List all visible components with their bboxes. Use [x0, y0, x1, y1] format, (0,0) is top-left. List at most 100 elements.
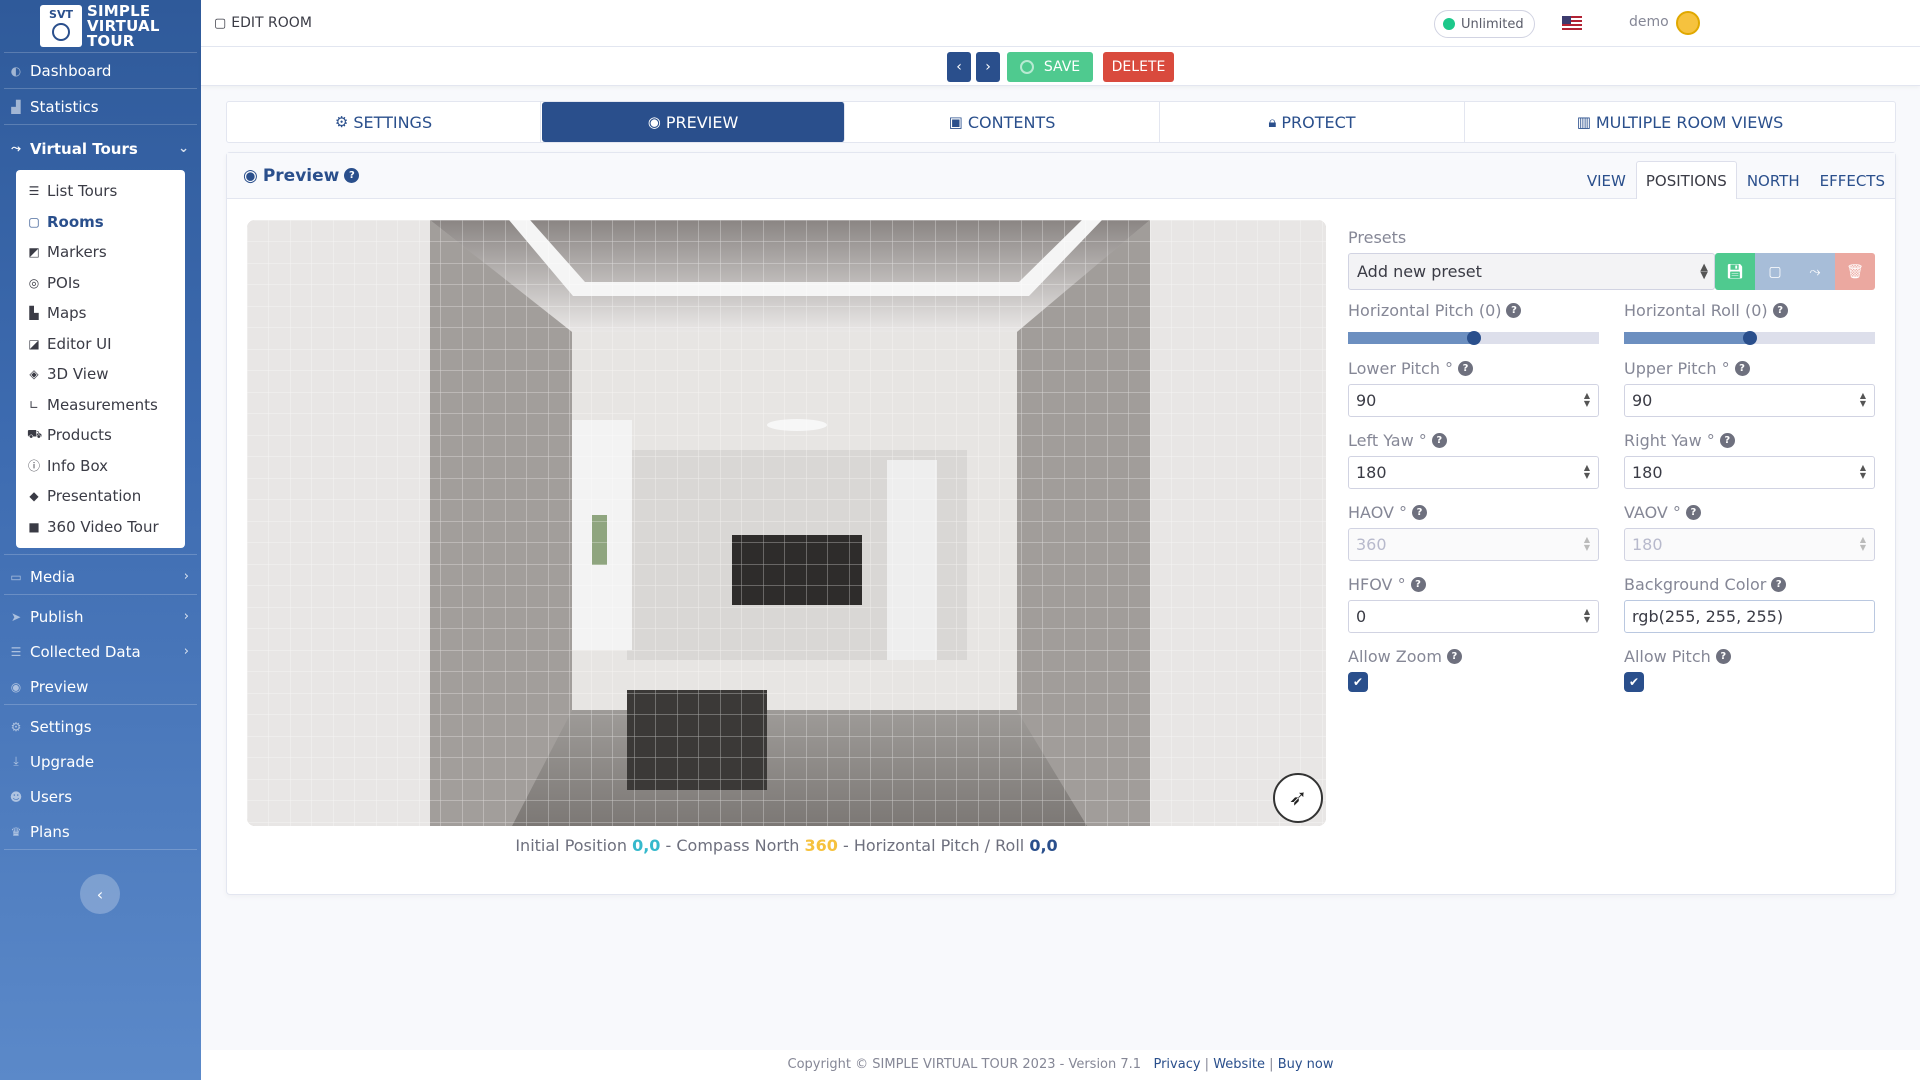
input-value: 90 — [1356, 391, 1377, 410]
website-link[interactable]: Website — [1213, 1057, 1265, 1072]
help-icon[interactable]: ? — [1446, 648, 1462, 664]
sidebar-item-publish[interactable]: ➤ Publish › — [0, 599, 201, 634]
preset-select[interactable]: Add new preset ▲ ▼ — [1348, 253, 1715, 290]
upper-pitch-input[interactable]: 90 ▲ ▼ — [1624, 384, 1875, 417]
input-value: rgb(255, 255, 255) — [1632, 607, 1784, 626]
brand-logo[interactable]: SVT SIMPLE VIRTUAL TOUR — [0, 0, 201, 52]
help-icon[interactable]: ? — [1771, 576, 1787, 592]
delete-button[interactable]: DELETE — [1103, 52, 1174, 82]
spinner-icon[interactable]: ▲ ▼ — [1860, 464, 1866, 480]
help-icon[interactable]: ? — [1506, 302, 1522, 318]
sidebar-item-virtual-tours[interactable]: ⤳ Virtual Tours ⌄ — [0, 131, 201, 166]
tab-protect[interactable]: 🔒︎ PROTECT — [1160, 102, 1465, 142]
subtab-north[interactable]: NORTH — [1737, 161, 1810, 199]
tab-multiple-room-views[interactable]: ▥ MULTIPLE ROOM VIEWS — [1465, 102, 1895, 142]
apply-preset-button[interactable]: ▢ — [1755, 253, 1795, 290]
tab-settings[interactable]: ⚙ SETTINGS — [227, 102, 541, 142]
user-name[interactable]: demo — [1629, 14, 1669, 30]
slider-handle[interactable] — [1742, 331, 1757, 345]
background-color-input[interactable]: rgb(255, 255, 255) — [1624, 600, 1875, 633]
compass-icon[interactable]: ➶ — [1273, 773, 1323, 823]
sidebar-divider — [4, 704, 197, 705]
sidebar-item-users[interactable]: ☻ Users — [0, 779, 201, 814]
input-value: 180 — [1632, 535, 1663, 554]
spinner-icon[interactable]: ▲ ▼ — [1584, 608, 1590, 624]
background-color-label: Background Color — [1624, 574, 1767, 594]
preset-select-value: Add new preset — [1357, 262, 1482, 281]
horizontal-pitch-label: Horizontal Pitch (0) — [1348, 300, 1502, 320]
submenu-item-products[interactable]: ⛟ Products — [16, 420, 185, 451]
horizontal-pitch-slider[interactable] — [1348, 331, 1599, 345]
submenu-item-rooms[interactable]: ▢ Rooms — [16, 207, 185, 238]
ruler-icon: ∟ — [28, 397, 40, 412]
submenu-item-presentation[interactable]: ◆ Presentation — [16, 481, 185, 512]
prev-room-button[interactable]: ‹ — [947, 52, 971, 82]
plan-badge[interactable]: Unlimited — [1434, 10, 1535, 38]
submenu-item-label: Measurements — [47, 395, 158, 414]
sidebar-item-media[interactable]: ▭ Media › — [0, 559, 201, 594]
delete-preset-button[interactable]: 🗑︎ — [1835, 253, 1875, 290]
buy-now-link[interactable]: Buy now — [1278, 1057, 1334, 1072]
help-icon[interactable]: ? — [1734, 360, 1750, 376]
spinner-icon[interactable]: ▲ ▼ — [1860, 392, 1866, 408]
tab-contents[interactable]: ▣ CONTENTS — [845, 102, 1160, 142]
allow-pitch-checkbox[interactable]: ✔ — [1624, 672, 1644, 692]
help-icon[interactable]: ? — [1719, 432, 1735, 448]
save-preset-button[interactable]: 💾︎ — [1715, 253, 1755, 290]
slider-fill — [1348, 332, 1474, 344]
sidebar-item-dashboard[interactable]: ◐ Dashboard — [0, 53, 201, 88]
next-room-button[interactable]: › — [976, 52, 1000, 82]
horizontal-roll-slider[interactable] — [1624, 331, 1875, 345]
left-yaw-input[interactable]: 180 ▲ ▼ — [1348, 456, 1599, 489]
help-icon[interactable]: ? — [1410, 576, 1426, 592]
sidebar-item-collected-data[interactable]: ☰ Collected Data › — [0, 634, 201, 669]
submenu-item-measurements[interactable]: ∟ Measurements — [16, 390, 185, 421]
submenu-item-label: 3D View — [47, 365, 109, 384]
submenu-item-markers[interactable]: ◩ Markers — [16, 237, 185, 268]
columns-icon: ▥ — [1576, 113, 1591, 131]
lower-pitch-input[interactable]: 90 ▲ ▼ — [1348, 384, 1599, 417]
compass-north-value: 360 — [804, 836, 838, 855]
submenu-item-info-box[interactable]: ⓘ Info Box — [16, 451, 185, 482]
slider-fill — [1624, 332, 1750, 344]
help-icon[interactable]: ? — [1431, 432, 1447, 448]
privacy-link[interactable]: Privacy — [1153, 1057, 1200, 1072]
subtab-positions[interactable]: POSITIONS — [1635, 161, 1737, 199]
sidebar-item-statistics[interactable]: ▟ Statistics — [0, 89, 201, 124]
help-icon[interactable]: ? — [1458, 360, 1474, 376]
sidebar-item-upgrade[interactable]: ⤓ Upgrade — [0, 744, 201, 779]
panorama-viewer[interactable]: ➶ — [247, 220, 1326, 826]
help-icon[interactable]: ? — [1715, 648, 1731, 664]
chevron-right-icon: › — [985, 59, 991, 75]
help-icon[interactable]: ? — [1685, 504, 1701, 520]
field-label: HFOV °? — [1348, 574, 1599, 594]
sidebar-item-label: Publish — [30, 607, 84, 626]
sidebar-collapse-button[interactable]: ‹ — [80, 874, 120, 914]
submenu-item-list-tours[interactable]: ☰ List Tours — [16, 176, 185, 207]
right-yaw-input[interactable]: 180 ▲ ▼ — [1624, 456, 1875, 489]
help-icon[interactable]: ? — [344, 168, 360, 183]
hfov-input[interactable]: 0 ▲ ▼ — [1348, 600, 1599, 633]
avatar[interactable] — [1676, 11, 1700, 35]
slider-handle[interactable] — [1466, 331, 1481, 345]
submenu-item-editor-ui[interactable]: ◪ Editor UI — [16, 329, 185, 360]
sidebar-item-settings[interactable]: ⚙ Settings — [0, 709, 201, 744]
submenu-item-3d-view[interactable]: ◈ 3D View — [16, 359, 185, 390]
submenu-item-maps[interactable]: ▙ Maps — [16, 298, 185, 329]
help-icon[interactable]: ? — [1772, 302, 1788, 318]
sidebar-item-preview[interactable]: ◉ Preview — [0, 669, 201, 704]
spinner-icon[interactable]: ▲ ▼ — [1584, 464, 1590, 480]
save-button[interactable]: SAVE — [1007, 52, 1093, 82]
submenu-item-pois[interactable]: ◎ POIs — [16, 268, 185, 299]
us-flag-icon[interactable] — [1562, 16, 1582, 30]
sidebar-item-plans[interactable]: ♛ Plans — [0, 814, 201, 849]
apply-tour-preset-button[interactable]: ⤳ — [1795, 253, 1835, 290]
subtab-view[interactable]: VIEW — [1577, 161, 1636, 199]
submenu-item-360-video-tour[interactable]: ■ 360 Video Tour — [16, 512, 185, 543]
spinner-icon: ▲ ▼ — [1859, 535, 1866, 552]
subtab-effects[interactable]: EFFECTS — [1810, 161, 1895, 199]
tab-preview[interactable]: ◉ PREVIEW — [542, 102, 845, 142]
allow-zoom-checkbox[interactable]: ✔ — [1348, 672, 1368, 692]
help-icon[interactable]: ? — [1412, 504, 1428, 520]
spinner-icon[interactable]: ▲ ▼ — [1584, 392, 1590, 408]
